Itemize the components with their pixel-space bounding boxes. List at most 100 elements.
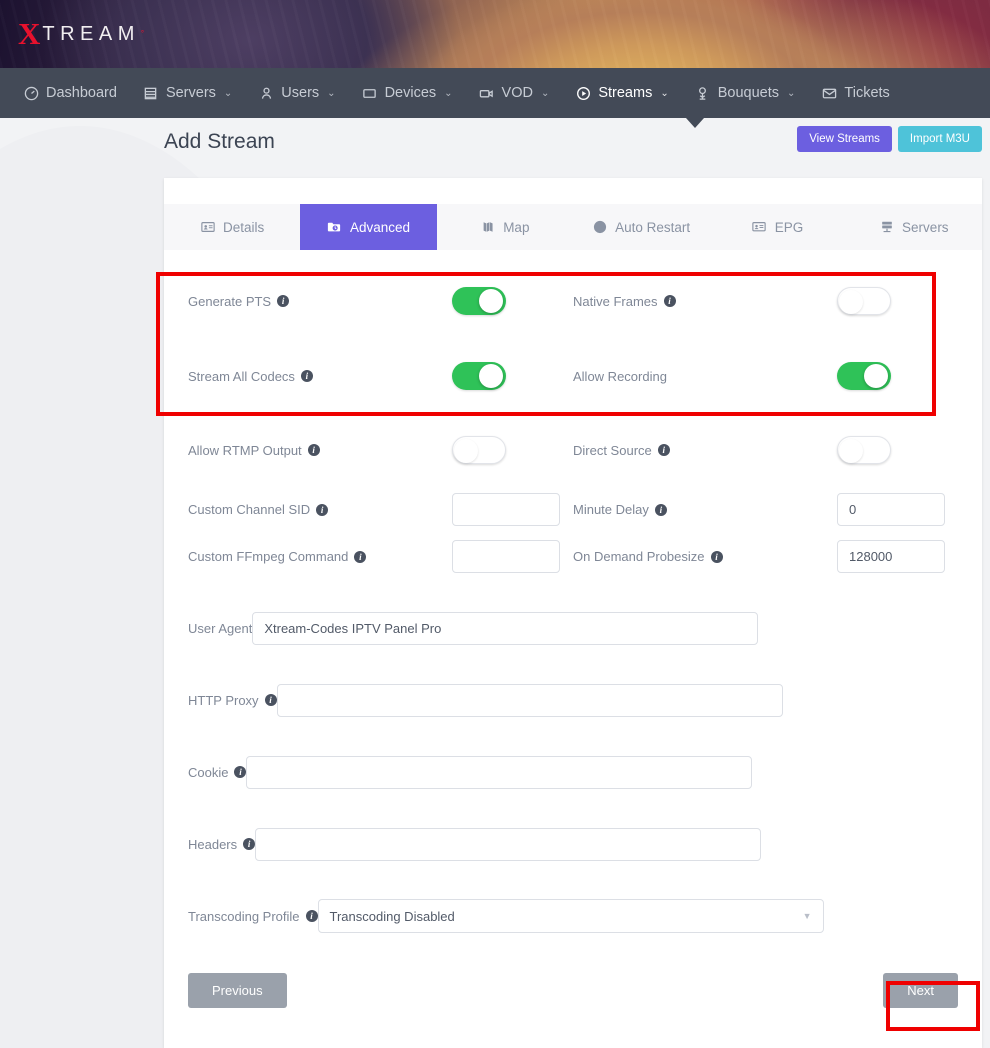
tab-servers[interactable]: Servers [846, 204, 982, 250]
tab-epg[interactable]: EPG [709, 204, 845, 250]
tab-label-advanced: Advanced [350, 220, 410, 235]
tv-guide-icon [752, 220, 767, 235]
chevron-down-icon: ⌄ [787, 88, 795, 99]
toggle-generate-pts[interactable] [452, 287, 506, 315]
label-on-demand-probesize: On Demand Probesize i [573, 549, 837, 564]
field-allow-rtmp-output: Allow RTMP Output i [188, 436, 573, 464]
tab-label-map: Map [503, 220, 529, 235]
cookie-input[interactable] [246, 756, 752, 789]
map-icon [480, 220, 495, 235]
label-minute-delay: Minute Delay i [573, 502, 837, 517]
app-root: X TREAM ° Dashboard Servers ⌄ Users ⌄ [0, 0, 990, 1048]
minute-delay-input[interactable] [837, 493, 945, 526]
label-custom-ffmpeg-command: Custom FFmpeg Command i [188, 549, 452, 564]
toggle-direct-source[interactable] [837, 436, 891, 464]
label-generate-pts: Generate PTS i [188, 294, 452, 309]
transcoding-profile-select[interactable]: Transcoding Disabled ▼ [318, 899, 824, 933]
field-custom-channel-sid: Custom Channel SID i [188, 493, 573, 526]
tab-auto-restart[interactable]: Auto Restart [573, 204, 709, 250]
form-row-allow-rtmp-output: Allow RTMP Output i Direct Source i [188, 425, 958, 475]
wizard-tabs: Details Advanced Map Auto Restart [164, 204, 982, 250]
info-icon[interactable]: i [265, 694, 277, 706]
field-native-frames: Native Frames i [573, 287, 958, 315]
nav-item-devices[interactable]: Devices ⌄ [349, 68, 466, 118]
servers-icon [143, 85, 159, 101]
nav-item-dashboard[interactable]: Dashboard [10, 68, 130, 118]
xtream-logo[interactable]: X TREAM ° [18, 18, 144, 49]
field-minute-delay: Minute Delay i [573, 493, 958, 526]
chevron-down-icon: ▼ [803, 911, 812, 921]
info-icon[interactable]: i [277, 295, 289, 307]
nav-label-bouquets: Bouquets [718, 85, 779, 101]
server-rack-icon [879, 220, 894, 235]
info-icon[interactable]: i [711, 551, 723, 563]
label-text: Native Frames [573, 294, 658, 309]
add-stream-card: Details Advanced Map Auto Restart [164, 178, 982, 1048]
on-demand-probesize-input[interactable] [837, 540, 945, 573]
info-icon[interactable]: i [664, 295, 676, 307]
label-text: Direct Source [573, 443, 652, 458]
field-stream-all-codecs: Stream All Codecs i [188, 362, 573, 390]
tickets-icon [821, 85, 837, 101]
http-proxy-input[interactable] [277, 684, 783, 717]
headers-input[interactable] [255, 828, 761, 861]
toggle-allow-recording[interactable] [837, 362, 891, 390]
info-icon[interactable]: i [301, 370, 313, 382]
clock-icon [592, 220, 607, 235]
info-icon[interactable]: i [243, 838, 255, 850]
chevron-down-icon: ⌄ [660, 88, 668, 99]
label-native-frames: Native Frames i [573, 294, 837, 309]
vod-icon [479, 85, 495, 101]
toggle-knob [839, 439, 863, 463]
form-row-transcoding-profile: Transcoding Profile i Transcoding Disabl… [188, 899, 958, 933]
nav-label-users: Users [281, 85, 319, 101]
next-button[interactable]: Next [883, 973, 958, 1008]
user-agent-input[interactable] [252, 612, 758, 645]
tab-label-epg: EPG [775, 220, 804, 235]
toggle-allow-rtmp-output[interactable] [452, 436, 506, 464]
nav-item-vod[interactable]: VOD ⌄ [466, 68, 563, 118]
import-m3u-button[interactable]: Import M3U [898, 126, 982, 152]
nav-item-users[interactable]: Users ⌄ [245, 68, 348, 118]
chevron-down-icon: ⌄ [327, 88, 335, 99]
field-custom-ffmpeg-command: Custom FFmpeg Command i [188, 540, 573, 573]
info-icon[interactable]: i [306, 910, 318, 922]
info-icon[interactable]: i [308, 444, 320, 456]
field-on-demand-probesize: On Demand Probesize i [573, 540, 958, 573]
custom-ffmpeg-command-input[interactable] [452, 540, 560, 573]
tab-map[interactable]: Map [437, 204, 573, 250]
nav-item-tickets[interactable]: Tickets [808, 68, 902, 118]
label-allow-rtmp-output: Allow RTMP Output i [188, 443, 452, 458]
label-headers: Headers i [188, 837, 255, 852]
previous-button[interactable]: Previous [188, 973, 287, 1008]
tab-label-epg-auto-restart: Auto Restart [615, 220, 690, 235]
tab-details[interactable]: Details [164, 204, 300, 250]
form-row-custom-channel-sid: Custom Channel SID i Minute Delay i [188, 493, 958, 526]
label-http-proxy: HTTP Proxy i [188, 693, 277, 708]
custom-channel-sid-input[interactable] [452, 493, 560, 526]
form-row-user-agent: User Agent [188, 611, 958, 645]
nav-item-bouquets[interactable]: Bouquets ⌄ [682, 68, 809, 118]
nav-label-servers: Servers [166, 85, 216, 101]
nav-label-dashboard: Dashboard [46, 85, 117, 101]
transcoding-profile-value: Transcoding Disabled [330, 909, 455, 924]
toggle-knob [479, 364, 503, 388]
view-streams-button[interactable]: View Streams [797, 126, 892, 152]
form-row-cookie: Cookie i [188, 755, 958, 789]
info-icon[interactable]: i [655, 504, 667, 516]
info-icon[interactable]: i [234, 766, 246, 778]
info-icon[interactable]: i [354, 551, 366, 563]
nav-item-streams[interactable]: Streams ⌄ [562, 68, 681, 118]
toggle-stream-all-codecs[interactable] [452, 362, 506, 390]
page-title: Add Stream [164, 131, 275, 152]
tab-advanced[interactable]: Advanced [300, 204, 436, 250]
info-icon[interactable]: i [658, 444, 670, 456]
info-icon[interactable]: i [316, 504, 328, 516]
label-text: Transcoding Profile [188, 909, 300, 924]
toggle-native-frames[interactable] [837, 287, 891, 315]
logo-x-mark: X [18, 18, 39, 49]
label-text: Minute Delay [573, 502, 649, 517]
id-card-icon [200, 220, 215, 235]
banner-texture [0, 0, 990, 68]
nav-item-servers[interactable]: Servers ⌄ [130, 68, 245, 118]
